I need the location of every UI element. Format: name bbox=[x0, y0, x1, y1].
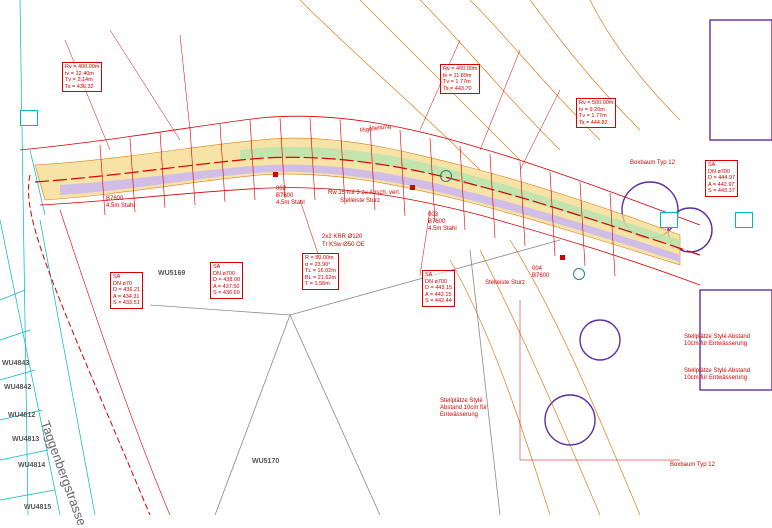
lamp-icon bbox=[440, 170, 452, 182]
station-label: B7600 4.5m Stahl bbox=[106, 196, 135, 209]
cyan-marker-box bbox=[660, 212, 678, 228]
right-note: Boxbaum Typ 12 bbox=[630, 160, 675, 166]
sa-box: SA DN ø700 D = 438.00 A = 437.50 S = 436… bbox=[210, 262, 244, 299]
station-point-004 bbox=[560, 255, 565, 260]
sa-box: SA DN ø700 D = 443.15 A = 442.15 S = 442… bbox=[422, 270, 456, 307]
pipe-label: 2x2 KRR Ø120 bbox=[322, 234, 363, 240]
curve-info-box: Rv = 400.00m tv = 11.89m Tv = 1.77m Ts =… bbox=[440, 64, 481, 94]
station-label: 002 B7600 4.5m Stahl bbox=[276, 186, 305, 206]
right-note: Stellplätze Stylé Abstand 10cm für Entwä… bbox=[684, 334, 751, 347]
right-note: Stellplätze Stylé Abstand 10cm für Entwä… bbox=[440, 398, 488, 418]
left-parcel-label: WU4813 bbox=[12, 436, 40, 443]
pipe-label: Tr KSw Ø50 OE bbox=[322, 242, 365, 248]
right-note: Stellplätze Stylé Abstand 10cm für Entwä… bbox=[684, 368, 751, 381]
parcel-label: WU5170 bbox=[252, 458, 280, 465]
left-parcel-label: WU4814 bbox=[18, 462, 46, 469]
cyan-marker-box bbox=[735, 212, 753, 228]
curve-info-box: R = 80.00m α = 23.90° TL = 16.02m BL = 2… bbox=[302, 253, 340, 290]
curve-info-box: Rv = 400.00m tv = 12.40m Tv = 2.14m Ts =… bbox=[62, 62, 103, 92]
site-plan-drawing bbox=[0, 0, 772, 515]
left-parcel-label: WU4812 bbox=[8, 412, 36, 419]
left-parcel-label: WU4842 bbox=[4, 384, 32, 391]
left-parcel-label: WU4815 bbox=[24, 504, 52, 511]
station-label: 004 B7600 bbox=[532, 266, 550, 279]
sa-box: SA DN ø70 D = 436.21 A = 434.31 S = 433.… bbox=[110, 272, 144, 309]
road-label: Stelleiste Sturz bbox=[485, 280, 526, 286]
parcel-label: WU5169 bbox=[158, 270, 186, 277]
sa-box: SA DN ø700 D = 444.97 A = 442.97 S = 443… bbox=[705, 160, 739, 197]
pipe-label: Rw 15 mit 3 zu Ansch. verl. bbox=[328, 190, 401, 196]
cyan-marker-box bbox=[20, 110, 38, 126]
left-parcel-label: WU4843 bbox=[2, 360, 30, 367]
station-label: 003 B7600 4.5m Stahl bbox=[428, 212, 457, 232]
curve-info-box: Rv = 500.00m tv = 9.20m Tv = 1.77m Ts = … bbox=[576, 98, 617, 128]
lamp-icon bbox=[573, 268, 585, 280]
right-note: Boxbaum Typ 12 bbox=[670, 462, 715, 468]
station-point-003 bbox=[410, 185, 415, 190]
station-point-002 bbox=[273, 172, 278, 177]
road-label: Stelleiste Sturz bbox=[340, 198, 381, 204]
